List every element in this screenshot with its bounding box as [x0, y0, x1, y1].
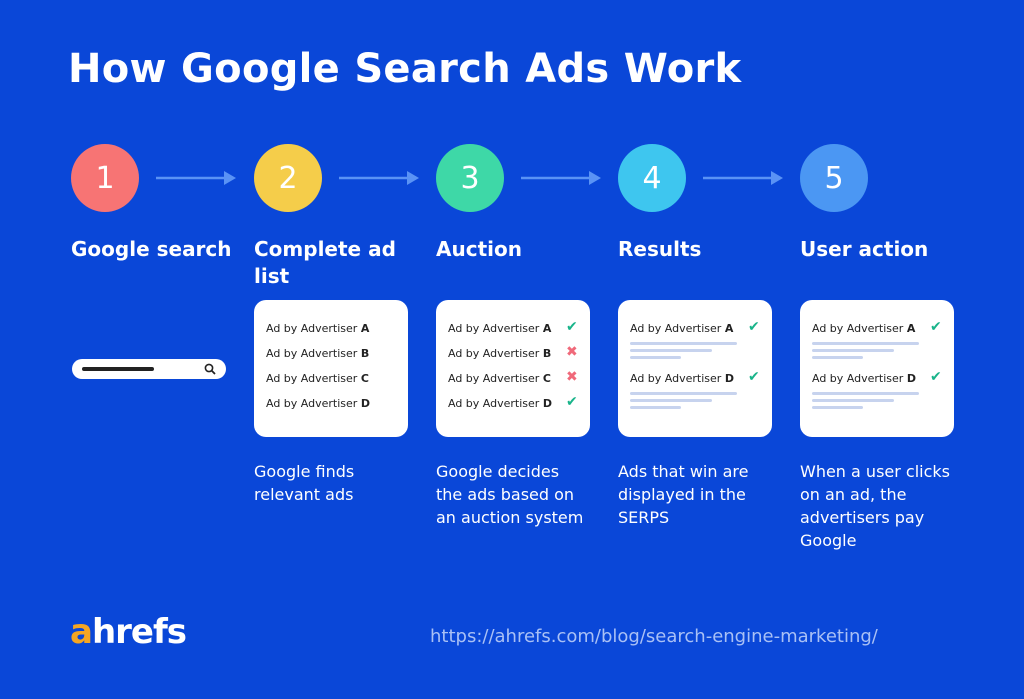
ad-item: Ad by Advertiser D: [812, 372, 916, 385]
check-icon: ✔: [566, 319, 578, 335]
step-label: Complete ad list: [254, 237, 396, 288]
arrow-right-icon: [156, 171, 236, 185]
check-icon: ✔: [930, 369, 942, 385]
query-placeholder-line: [82, 367, 154, 371]
arrow-right-icon: [339, 171, 419, 185]
arrow-right-icon: [703, 171, 783, 185]
step-label: Results: [618, 237, 702, 261]
text-line: [630, 342, 737, 345]
text-line: [812, 399, 894, 402]
results-card: Ad by Advertiser A ✔ Ad by Advertiser D …: [618, 300, 772, 437]
text-line: [812, 392, 919, 395]
ad-item: Ad by Advertiser A: [630, 322, 734, 335]
text-line: [812, 356, 863, 359]
ad-item: Ad by Advertiser A: [812, 322, 916, 335]
ad-item: Ad by Advertiser A: [266, 322, 370, 335]
user-action-card: Ad by Advertiser A ✔ Ad by Advertiser D …: [800, 300, 954, 437]
cross-icon: ✖: [566, 369, 578, 385]
ad-item: Ad by Advertiser D: [448, 397, 552, 410]
auction-card: Ad by Advertiser A ✔ Ad by Advertiser B …: [436, 300, 590, 437]
text-line: [630, 399, 712, 402]
step-number-circle: 4: [618, 144, 686, 212]
step-number: 3: [460, 160, 480, 196]
text-line: [630, 356, 681, 359]
text-line: [630, 406, 681, 409]
check-icon: ✔: [566, 394, 578, 410]
check-icon: ✔: [748, 319, 760, 335]
arrow-right-icon: [521, 171, 601, 185]
step-5: 5 User action: [800, 144, 970, 261]
step-2-description: Google finds relevant ads: [254, 462, 355, 504]
step-number-circle: 3: [436, 144, 504, 212]
step-3-description: Google decides the ads based on an aucti…: [436, 462, 584, 527]
step-number: 2: [278, 160, 298, 196]
text-line: [812, 406, 863, 409]
step-number: 5: [824, 160, 844, 196]
ad-item: Ad by Advertiser C: [266, 372, 369, 385]
step-4-description: Ads that win are displayed in the SERPS: [618, 462, 749, 527]
source-url[interactable]: https://ahrefs.com/blog/search-engine-ma…: [430, 626, 878, 647]
ad-list-card: Ad by Advertiser A Ad by Advertiser B Ad…: [254, 300, 408, 437]
check-icon: ✔: [930, 319, 942, 335]
ad-item: Ad by Advertiser D: [266, 397, 370, 410]
ad-item: Ad by Advertiser B: [266, 347, 370, 360]
search-icon: [204, 363, 216, 375]
step-number-circle: 2: [254, 144, 322, 212]
step-number-circle: 1: [71, 144, 139, 212]
text-line: [812, 349, 894, 352]
ahrefs-logo: ahrefs: [70, 612, 187, 652]
ad-item: Ad by Advertiser C: [448, 372, 551, 385]
step-label: Google search: [71, 237, 232, 261]
step-label: Auction: [436, 237, 522, 261]
text-line: [812, 342, 919, 345]
ad-item: Ad by Advertiser B: [448, 347, 552, 360]
cross-icon: ✖: [566, 344, 578, 360]
text-line: [630, 349, 712, 352]
step-number: 4: [642, 160, 662, 196]
check-icon: ✔: [748, 369, 760, 385]
step-5-description: When a user clicks on an ad, the adverti…: [800, 462, 950, 550]
search-bar-illustration: [72, 359, 226, 379]
step-label: User action: [800, 237, 929, 261]
ad-item: Ad by Advertiser A: [448, 322, 552, 335]
page-title: How Google Search Ads Work: [68, 46, 742, 92]
step-number: 1: [95, 160, 115, 196]
step-number-circle: 5: [800, 144, 868, 212]
text-line: [630, 392, 737, 395]
ad-item: Ad by Advertiser D: [630, 372, 734, 385]
